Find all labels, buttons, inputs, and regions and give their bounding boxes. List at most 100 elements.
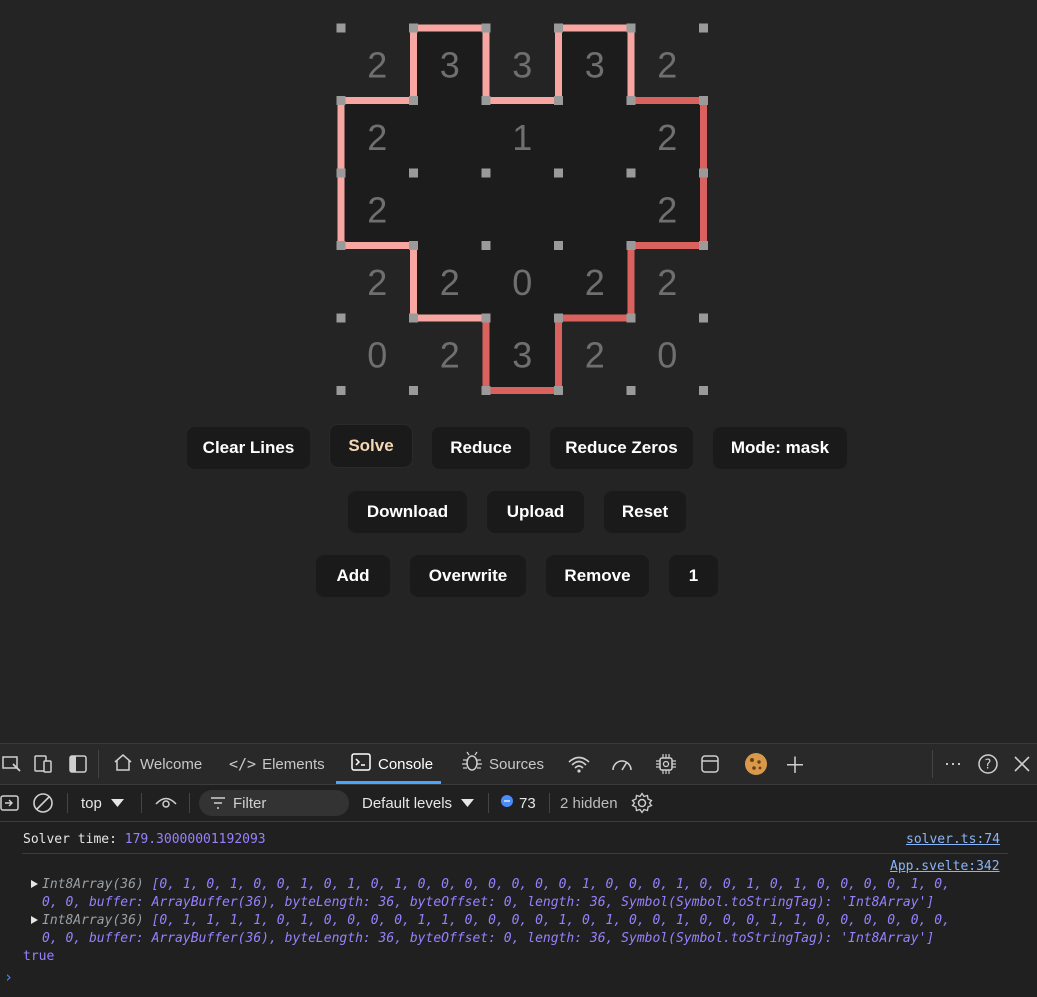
cell-clue: 2: [367, 44, 387, 85]
clear-lines-button[interactable]: Clear Lines: [187, 427, 310, 469]
solve-button[interactable]: Solve: [330, 425, 412, 467]
log-value: 179.30000001192093: [124, 832, 266, 847]
dock-side-icon[interactable]: [66, 752, 90, 776]
grid-dot: [409, 23, 418, 33]
cell-clue: 2: [367, 189, 387, 230]
expand-arrow-icon[interactable]: [30, 914, 39, 929]
separator: [932, 750, 933, 778]
reduce-button[interactable]: Reduce: [432, 427, 530, 469]
cell-clue: 0: [367, 334, 387, 375]
message-count-value: 73: [519, 794, 536, 812]
grid-dot: [699, 313, 708, 323]
cell-clue: 2: [440, 262, 460, 303]
tab-elements-label: Elements: [262, 755, 325, 773]
message-bubble-icon: [500, 794, 514, 812]
cell-clue: 2: [657, 44, 677, 85]
console-prompt[interactable]: ›: [4, 968, 13, 986]
cell-clue: 2: [367, 262, 387, 303]
grid-dot: [336, 96, 346, 105]
grid-dot: [336, 23, 346, 33]
application-icon[interactable]: [698, 752, 722, 776]
expand-arrow-icon[interactable]: [30, 878, 39, 893]
levels-label: Default levels: [362, 794, 453, 812]
reset-button[interactable]: Reset: [604, 491, 686, 533]
context-label: top: [81, 794, 102, 812]
tab-sources[interactable]: Sources: [461, 744, 544, 784]
devtools-tabbar: Welcome </> Elements Console Sources ＋ ⋯…: [0, 744, 1037, 785]
device-emulation-icon[interactable]: [31, 752, 55, 776]
tab-sources-label: Sources: [489, 755, 545, 773]
array-log[interactable]: Int8Array(36) [0, 1, 0, 1, 0, 0, 1, 0, 1…: [42, 877, 950, 892]
cell-clue: 2: [367, 117, 387, 158]
help-icon[interactable]: ?: [976, 752, 1000, 776]
value-button[interactable]: 1: [669, 555, 718, 597]
puzzle-grid[interactable]: 2 3 3 3 2 2 1 2 2 2 2 2 0 2 2 0 2 3 2 0: [0, 0, 1037, 420]
tab-elements[interactable]: </> Elements: [229, 744, 325, 784]
grid-dot: [554, 96, 563, 105]
grid-dot: [481, 96, 491, 105]
grid-dot: [699, 96, 708, 105]
hidden-count: 2 hidden: [560, 794, 618, 812]
code-icon: </>: [229, 755, 257, 773]
overwrite-button[interactable]: Overwrite: [410, 555, 526, 597]
separator: [488, 793, 489, 813]
cell-clue: 0: [657, 334, 677, 375]
upload-button[interactable]: Upload: [487, 491, 584, 533]
cell-clue: 2: [657, 117, 677, 158]
reduce-zeros-button[interactable]: Reduce Zeros: [550, 427, 693, 469]
add-button[interactable]: Add: [316, 555, 390, 597]
download-button[interactable]: Download: [348, 491, 467, 533]
grid-dot: [554, 313, 563, 323]
console-toolbar: top Filter Default levels 73 2 hidden: [0, 785, 1037, 822]
grid-dot: [626, 241, 636, 250]
message-count[interactable]: 73: [500, 785, 536, 821]
grid-dot: [554, 23, 563, 33]
more-icon[interactable]: ⋯: [941, 752, 965, 776]
grid-dot: [336, 313, 346, 323]
clear-console-icon[interactable]: [32, 785, 54, 821]
grid-dot: [336, 241, 346, 250]
close-icon[interactable]: [1010, 752, 1034, 776]
performance-icon[interactable]: [610, 752, 634, 776]
sidebar-toggle-icon[interactable]: [0, 785, 20, 821]
memory-icon[interactable]: [654, 752, 678, 776]
grid-dot: [699, 386, 708, 395]
separator: [189, 793, 190, 813]
separator: [549, 793, 550, 813]
console-output: Solver time: 179.30000001192093 solver.t…: [0, 822, 1037, 997]
separator: [98, 750, 99, 778]
source-link[interactable]: solver.ts:74: [906, 832, 1000, 847]
devtools-panel: Welcome </> Elements Console Sources ＋ ⋯…: [0, 743, 1037, 997]
cell-clue: 3: [585, 44, 605, 85]
network-icon[interactable]: [567, 752, 591, 776]
grid-dot: [409, 386, 418, 395]
tab-welcome[interactable]: Welcome: [112, 744, 202, 784]
add-tab-icon[interactable]: ＋: [783, 752, 807, 778]
grid-dot: [481, 23, 491, 33]
cell-clue: 3: [440, 44, 460, 85]
mode-button[interactable]: Mode: mask: [713, 427, 847, 469]
filter-placeholder: Filter: [233, 794, 267, 812]
eye-icon[interactable]: [155, 785, 177, 821]
tab-console-label: Console: [378, 755, 434, 773]
array-log[interactable]: Int8Array(36) [0, 1, 1, 1, 1, 0, 1, 0, 0…: [42, 913, 950, 928]
inspect-icon[interactable]: [0, 752, 24, 776]
grid-dot: [626, 168, 636, 178]
tab-console[interactable]: Console: [336, 744, 442, 784]
grid-dot: [626, 96, 636, 105]
cell-clue: 2: [657, 262, 677, 303]
grid-dot: [409, 96, 418, 105]
grid-dot: [554, 386, 563, 395]
grid-dot: [481, 168, 491, 178]
remove-button[interactable]: Remove: [546, 555, 649, 597]
context-selector[interactable]: top: [81, 785, 124, 821]
array-values: [0, 1, 1, 1, 1, 0, 1, 0, 0, 0, 0, 1, 1, …: [151, 913, 950, 928]
source-link[interactable]: App.svelte:342: [890, 859, 1000, 874]
cell-clue: 2: [585, 334, 605, 375]
divider: [22, 853, 1008, 854]
levels-selector[interactable]: Default levels: [362, 785, 475, 821]
settings-gear-icon[interactable]: [631, 785, 653, 821]
array-type: Int8Array(36): [42, 913, 144, 928]
cookie-icon[interactable]: [742, 750, 770, 778]
caret-down-icon: [461, 795, 475, 812]
